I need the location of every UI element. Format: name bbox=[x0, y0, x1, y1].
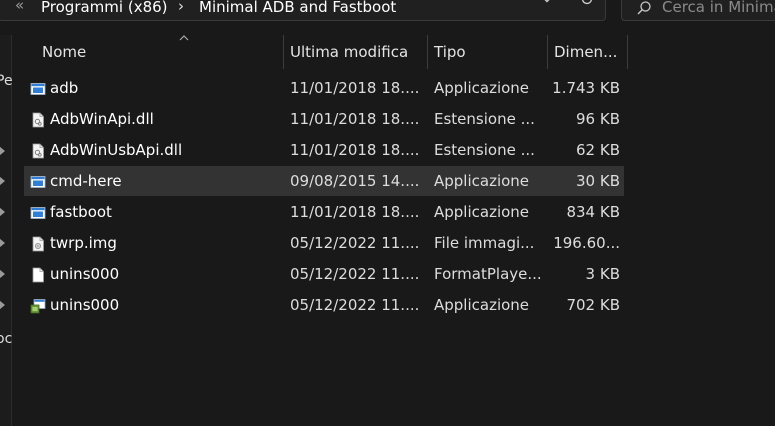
file-type: Applicazione bbox=[434, 172, 530, 190]
address-bar[interactable]: « Programmi (x86) › Minimal ADB and Fast… bbox=[0, 0, 606, 21]
column-divider[interactable] bbox=[427, 35, 428, 69]
file-name: AdbWinApi.dll bbox=[50, 110, 154, 128]
file-size: 30 KB bbox=[576, 172, 620, 190]
file-name: twrp.img bbox=[50, 234, 117, 252]
file-date: 11/01/2018 18.... bbox=[290, 203, 418, 221]
file-name: unins000 bbox=[50, 296, 120, 314]
search-box[interactable]: Cerca in Minimal bbox=[621, 0, 775, 21]
column-divider[interactable] bbox=[283, 35, 284, 69]
file-row[interactable]: AdbWinUsbApi.dll 11/01/2018 18.... Esten… bbox=[24, 135, 624, 165]
overflow-crumbs-icon[interactable]: « bbox=[15, 0, 24, 14]
file-date: 11/01/2018 18.... bbox=[290, 141, 418, 159]
file-type: Estensione ... bbox=[434, 110, 535, 128]
application-icon bbox=[30, 207, 46, 219]
breadcrumb-minimal-adb[interactable]: Minimal ADB and Fastboot bbox=[199, 0, 396, 16]
dll-file-icon bbox=[32, 112, 44, 128]
file-type: File immagi... bbox=[434, 234, 535, 252]
uninstaller-icon bbox=[30, 299, 46, 314]
column-divider[interactable] bbox=[627, 35, 628, 69]
file-date: 05/12/2022 11.... bbox=[290, 234, 418, 252]
column-header-name[interactable]: Nome bbox=[42, 35, 86, 69]
file-row[interactable]: twrp.img 05/12/2022 11.... File immagi..… bbox=[24, 228, 624, 258]
file-type: Estensione ... bbox=[434, 141, 535, 159]
column-divider[interactable] bbox=[547, 35, 548, 69]
search-input[interactable]: Cerca in Minimal bbox=[662, 0, 775, 16]
file-row[interactable]: fastboot 11/01/2018 18.... Applicazione … bbox=[24, 197, 624, 227]
file-size: 702 KB bbox=[566, 296, 620, 314]
file-size: 96 KB bbox=[576, 110, 620, 128]
pin-icon bbox=[0, 238, 5, 248]
disk-image-icon bbox=[32, 236, 44, 252]
file-type: Applicazione bbox=[434, 203, 530, 221]
file-date: 11/01/2018 18.... bbox=[290, 79, 418, 97]
file-row[interactable]: adb 11/01/2018 18.... Applicazione 1.743… bbox=[24, 73, 624, 103]
column-header-date[interactable]: Ultima modifica bbox=[290, 35, 408, 69]
application-icon bbox=[30, 83, 46, 95]
sort-ascending-icon bbox=[179, 35, 189, 41]
file-date: 09/08/2015 14.... bbox=[290, 172, 418, 190]
file-type: Applicazione bbox=[434, 296, 530, 314]
file-size: 3 KB bbox=[585, 265, 620, 283]
blank-file-icon bbox=[32, 267, 44, 283]
file-name: unins000 bbox=[50, 265, 120, 283]
file-date: 05/12/2022 11.... bbox=[290, 296, 418, 314]
file-row[interactable]: unins000 05/12/2022 11.... Applicazione … bbox=[24, 290, 624, 320]
file-date: 11/01/2018 18.... bbox=[290, 110, 418, 128]
pin-icon bbox=[0, 207, 5, 217]
dll-file-icon bbox=[32, 143, 44, 159]
pin-icon bbox=[0, 269, 5, 279]
pin-icon bbox=[0, 176, 5, 186]
chevron-down-icon[interactable] bbox=[539, 0, 555, 7]
column-header-row: Nome Ultima modifica Tipo Dimen... bbox=[24, 35, 628, 69]
pin-icon bbox=[0, 300, 5, 310]
file-size: 834 KB bbox=[566, 203, 620, 221]
file-size: 196.60... bbox=[553, 234, 620, 252]
toolbar: « Programmi (x86) › Minimal ADB and Fast… bbox=[0, 0, 775, 35]
nav-item-fragment[interactable]: Pe bbox=[0, 73, 13, 89]
file-name: cmd-here bbox=[50, 172, 122, 190]
nav-item-fragment[interactable]: oc bbox=[0, 331, 12, 347]
navigation-pane: Pe oc bbox=[0, 35, 13, 426]
file-date: 05/12/2022 11.... bbox=[290, 265, 418, 283]
file-type: Applicazione bbox=[434, 79, 530, 97]
pin-icon bbox=[0, 146, 5, 156]
application-icon bbox=[30, 176, 46, 188]
file-row[interactable]: unins000 05/12/2022 11.... FormatPlaye..… bbox=[24, 259, 624, 289]
file-size: 62 KB bbox=[576, 141, 620, 159]
file-row-selected[interactable]: cmd-here 09/08/2015 14.... Applicazione … bbox=[24, 166, 624, 196]
search-icon bbox=[637, 1, 651, 15]
breadcrumb-separator[interactable]: › bbox=[178, 0, 184, 15]
pane-splitter[interactable] bbox=[11, 35, 12, 426]
file-row[interactable]: AdbWinApi.dll 11/01/2018 18.... Estensio… bbox=[24, 104, 624, 134]
column-header-type[interactable]: Tipo bbox=[434, 35, 466, 69]
column-header-size[interactable]: Dimen... bbox=[554, 35, 617, 69]
file-size: 1.743 KB bbox=[552, 79, 620, 97]
file-name: adb bbox=[50, 79, 79, 97]
file-name: fastboot bbox=[50, 203, 112, 221]
breadcrumb-programmi[interactable]: Programmi (x86) bbox=[41, 0, 168, 16]
refresh-icon[interactable] bbox=[579, 0, 595, 7]
file-name: AdbWinUsbApi.dll bbox=[50, 141, 183, 159]
file-type: FormatPlaye... bbox=[434, 265, 542, 283]
